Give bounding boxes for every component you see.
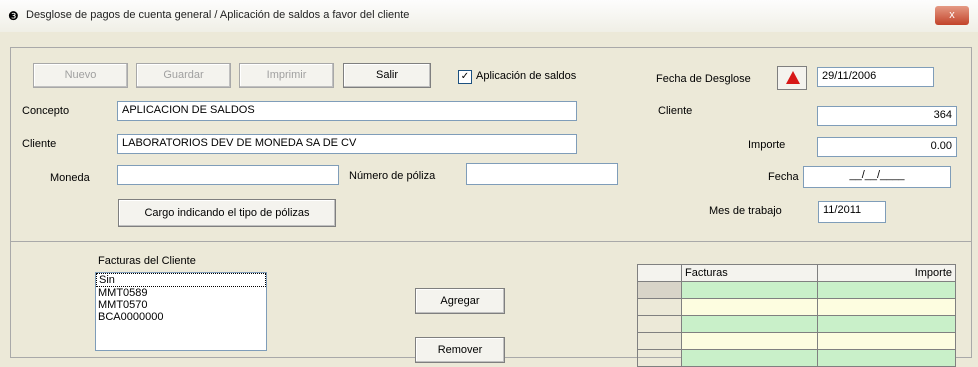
table-row[interactable]	[637, 281, 956, 299]
factura-list-item[interactable]: Sin	[96, 273, 266, 287]
cliente-field[interactable]: LABORATORIOS DEV DE MONEDA SA DE CV	[117, 134, 577, 154]
imprimir-button[interactable]: Imprimir	[239, 63, 334, 88]
warning-icon	[786, 71, 800, 84]
grid-cell[interactable]	[681, 332, 818, 350]
facturas-listbox[interactable]: Sin MMT0589 MMT0570 BCA0000000	[95, 272, 267, 351]
nuevo-button[interactable]: Nuevo	[33, 63, 128, 88]
grid-header-importe[interactable]: Importe	[817, 264, 956, 282]
grid-cell[interactable]	[817, 281, 956, 299]
row-selector[interactable]	[637, 281, 682, 299]
grid-cell[interactable]	[817, 332, 956, 350]
agregar-button[interactable]: Agregar	[415, 288, 505, 314]
row-selector[interactable]	[637, 315, 682, 333]
row-selector[interactable]	[637, 349, 682, 367]
cargo-polizas-button[interactable]: Cargo indicando el tipo de pólizas	[118, 199, 336, 227]
importe-field[interactable]: 0.00	[817, 137, 957, 157]
factura-list-item[interactable]: MMT0589	[96, 287, 266, 299]
table-row[interactable]	[637, 349, 956, 367]
moneda-label: Moneda	[50, 172, 90, 184]
numero-poliza-field[interactable]	[466, 163, 618, 185]
aplicacion-saldos-checkbox[interactable]: ✓	[458, 70, 472, 84]
facturas-cliente-label: Facturas del Cliente	[98, 255, 196, 267]
grid-cell[interactable]	[817, 315, 956, 333]
grid-cell[interactable]	[681, 315, 818, 333]
row-selector[interactable]	[637, 332, 682, 350]
factura-list-item[interactable]: MMT0570	[96, 299, 266, 311]
fecha-field[interactable]: __/__/____	[803, 166, 951, 188]
table-row[interactable]	[637, 332, 956, 350]
table-row[interactable]	[637, 298, 956, 316]
factura-list-item[interactable]: BCA0000000	[96, 311, 266, 323]
table-row[interactable]	[637, 315, 956, 333]
app-icon: ❸	[8, 9, 19, 23]
grid-cell[interactable]	[817, 298, 956, 316]
fecha-alert-button[interactable]	[777, 66, 807, 90]
fecha-label: Fecha	[768, 171, 799, 183]
remover-button[interactable]: Remover	[415, 337, 505, 363]
row-selector[interactable]	[637, 298, 682, 316]
grid-header-facturas[interactable]: Facturas	[681, 264, 818, 282]
concepto-label: Concepto	[22, 105, 70, 117]
grid-header-row: Facturas Importe	[637, 264, 956, 282]
importe-label: Importe	[748, 139, 786, 151]
grid-cell[interactable]	[681, 281, 818, 299]
grid-corner	[637, 264, 682, 282]
guardar-button[interactable]: Guardar	[136, 63, 231, 88]
salir-button[interactable]: Salir	[343, 63, 431, 88]
fecha-desglose-field[interactable]: 29/11/2006	[817, 67, 934, 87]
facturas-grid: Facturas Importe	[637, 264, 956, 367]
title-bar: ❸ Desglose de pagos de cuenta general / …	[0, 0, 978, 32]
grid-cell[interactable]	[681, 349, 818, 367]
concepto-field[interactable]: APLICACION DE SALDOS	[117, 101, 577, 121]
close-button[interactable]: x	[935, 6, 969, 25]
numero-poliza-label: Número de póliza	[349, 170, 436, 182]
mes-trabajo-field[interactable]: 11/2011	[818, 201, 886, 223]
mes-trabajo-label: Mes de trabajo	[709, 205, 782, 217]
cliente-label: Cliente	[22, 138, 57, 150]
window-title: Desglose de pagos de cuenta general / Ap…	[26, 9, 410, 21]
moneda-field[interactable]	[117, 165, 339, 185]
grid-cell[interactable]	[681, 298, 818, 316]
cliente-number-field[interactable]: 364	[817, 106, 957, 126]
grid-cell[interactable]	[817, 349, 956, 367]
aplicacion-saldos-label: Aplicación de saldos	[476, 70, 577, 82]
cliente-number-label: Cliente	[658, 105, 693, 117]
fecha-desglose-label: Fecha de Desglose	[656, 73, 751, 85]
